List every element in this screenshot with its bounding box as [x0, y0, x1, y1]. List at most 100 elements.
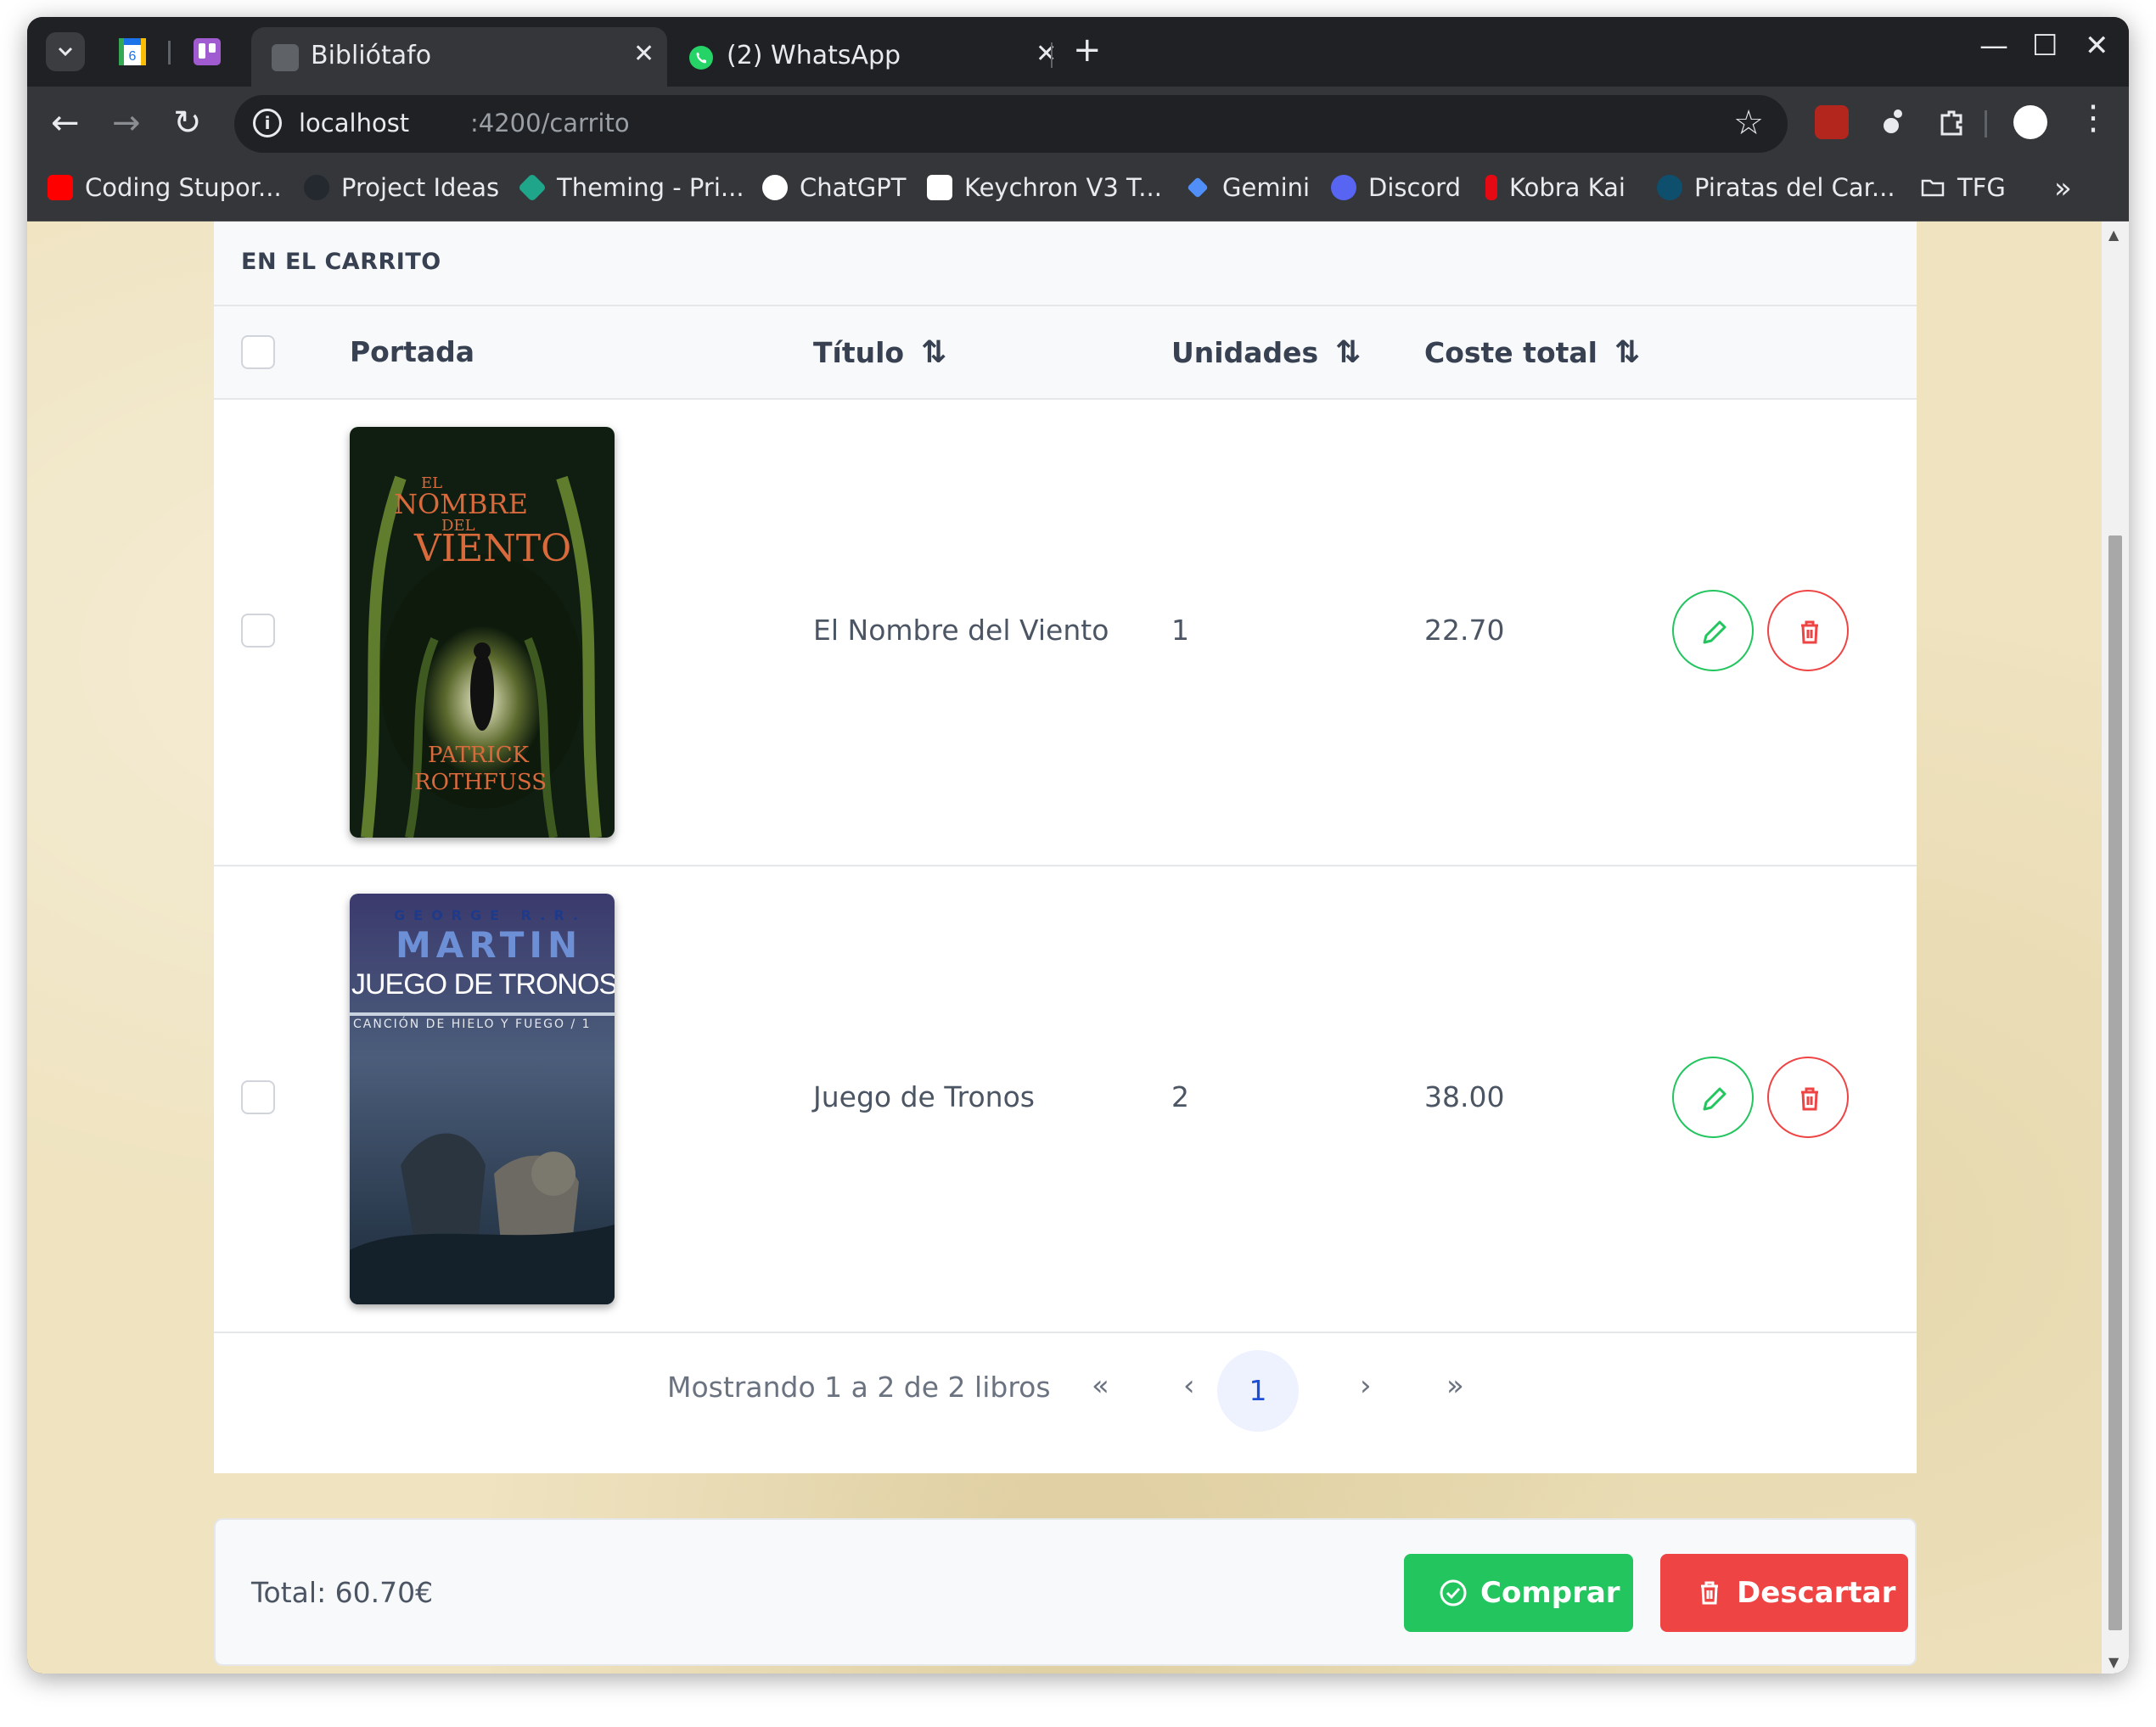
tab-strip: 6 Bibliótafo ✕ (2) WhatsApp ✕ + — ☐ ✕ [27, 17, 2129, 87]
table-row: EL NOMBRE DEL VIENTO PATRICK ROTHFUSS El… [214, 400, 1917, 866]
column-header-cover: Portada [350, 335, 475, 368]
first-page-icon[interactable]: « [1092, 1369, 1109, 1403]
bookmark-chatgpt[interactable]: ChatGPT [762, 173, 906, 209]
book-cost: 22.70 [1424, 614, 1505, 647]
reload-icon[interactable]: ↻ [173, 104, 202, 143]
cover-text: NOMBRE [394, 488, 528, 520]
tab-bibliotafo[interactable]: Bibliótafo ✕ [251, 27, 667, 87]
cart-header: EN EL CARRITO [214, 221, 1917, 306]
pencil-icon [1703, 620, 1726, 644]
tab-search-button[interactable] [46, 32, 85, 71]
google-calendar-icon: 6 [119, 38, 146, 65]
edit-button[interactable] [1672, 1057, 1754, 1138]
column-header-units[interactable]: Unidades ⇅ [1171, 335, 1361, 370]
cover-text: GEORGE R.R. [394, 907, 587, 923]
close-tab-icon[interactable]: ✕ [1036, 39, 1057, 69]
chatgpt-icon [762, 175, 788, 200]
pinned-tab-trello[interactable] [188, 34, 226, 70]
ublock-icon[interactable] [1815, 105, 1849, 139]
site-info-icon[interactable]: i [253, 109, 282, 137]
cart-total: Total: 60.70€ [251, 1576, 434, 1609]
bookmark-folder-tfg[interactable]: TFG [1920, 173, 2006, 209]
forward-icon[interactable]: → [112, 104, 141, 143]
primeng-icon [518, 173, 547, 202]
tab-whatsapp[interactable]: (2) WhatsApp ✕ [667, 27, 1075, 87]
address-bar[interactable]: i localhost :4200/carrito ☆ [234, 95, 1788, 153]
book-cost: 38.00 [1424, 1080, 1505, 1113]
edit-button[interactable] [1672, 590, 1754, 671]
scrollbar-thumb[interactable] [2108, 535, 2122, 1630]
trello-icon [194, 38, 221, 65]
bookmark-label: ChatGPT [800, 173, 907, 202]
cover-text: PATRICK [428, 743, 529, 768]
book-title: Juego de Tronos [813, 1080, 1035, 1113]
column-header-title[interactable]: Título ⇅ [813, 335, 946, 370]
close-window-icon[interactable]: ✕ [2085, 29, 2109, 63]
pencil-icon [1703, 1087, 1726, 1111]
scroll-down-icon[interactable]: ▼ [2108, 1654, 2119, 1670]
page-scrollbar[interactable]: ▲ ▼ [2102, 221, 2129, 1674]
book-title: El Nombre del Viento [813, 614, 1109, 647]
browser-toolbar: ← → ↻ i localhost :4200/carrito ☆ ⋮ [27, 87, 2129, 161]
gnome-extension-icon[interactable] [1874, 105, 1908, 139]
back-icon[interactable]: ← [51, 104, 80, 143]
bookmark-label: Project Ideas [341, 173, 500, 202]
book-units: 1 [1171, 614, 1189, 647]
row-checkbox[interactable] [241, 614, 275, 648]
discard-button[interactable]: Descartar [1660, 1554, 1908, 1632]
sort-icon[interactable]: ⇅ [1335, 335, 1361, 370]
bookmark-piratas[interactable]: Piratas del Car... [1657, 173, 1895, 209]
close-tab-icon[interactable]: ✕ [633, 39, 654, 69]
cart-table-card: EN EL CARRITO Portada Título ⇅ Unidades ⇅ … [214, 221, 1917, 1473]
discord-icon [1331, 175, 1356, 200]
bookmark-label: Keychron V3 T... [964, 173, 1162, 202]
new-tab-icon[interactable]: + [1073, 31, 1102, 70]
discard-button-label: Descartar [1737, 1576, 1896, 1610]
bookmark-label: TFG [1957, 173, 2006, 202]
bookmark-project-ideas[interactable]: Project Ideas [304, 173, 499, 209]
pagination-summary: Mostrando 1 a 2 de 2 libros [667, 1371, 1051, 1404]
book-cover-image: GEORGE R.R. MARTIN JUEGO DE TRONOS CANCI… [350, 894, 615, 1304]
folder-icon [1921, 179, 1945, 197]
scroll-up-icon[interactable]: ▲ [2108, 227, 2119, 243]
pagination: Mostrando 1 a 2 de 2 libros « ‹ 1 › » [214, 1330, 1917, 1449]
next-page-icon[interactable]: › [1360, 1369, 1372, 1403]
bookmark-keychron[interactable]: Keychron V3 T... [927, 173, 1162, 209]
extensions-puzzle-icon[interactable] [1935, 105, 1969, 139]
table-row: GEORGE R.R. MARTIN JUEGO DE TRONOS CANCI… [214, 866, 1917, 1333]
bookmark-coding-stupor[interactable]: Coding Stupor... [48, 173, 282, 209]
maximize-icon[interactable]: ☐ [2032, 29, 2058, 63]
buy-button[interactable]: Comprar [1404, 1554, 1633, 1632]
page-button-current[interactable]: 1 [1217, 1350, 1299, 1432]
github-icon [304, 175, 329, 200]
pinned-separator [168, 41, 171, 64]
pinned-tab-calendar[interactable]: 6 [114, 34, 151, 70]
select-all-checkbox[interactable] [241, 335, 275, 369]
bookmark-theming[interactable]: Theming - Pri... [518, 173, 744, 209]
delete-button[interactable] [1767, 590, 1849, 671]
buy-button-label: Comprar [1480, 1576, 1620, 1610]
bookmark-discord[interactable]: Discord [1331, 173, 1461, 209]
row-checkbox[interactable] [241, 1080, 275, 1114]
bookmark-label: Kobra Kai [1509, 173, 1625, 202]
delete-button[interactable] [1767, 1057, 1849, 1138]
previous-page-icon[interactable]: ‹ [1183, 1369, 1195, 1403]
sort-icon[interactable]: ⇅ [921, 335, 946, 370]
minimize-icon[interactable]: — [1979, 29, 2008, 63]
profile-avatar[interactable] [2013, 105, 2047, 139]
page-content: EN EL CARRITO Portada Título ⇅ Unidades ⇅ … [27, 221, 2102, 1674]
browser-menu-icon[interactable]: ⋮ [2076, 98, 2110, 137]
more-bookmarks-icon[interactable]: » [2054, 171, 2072, 205]
last-page-icon[interactable]: » [1446, 1369, 1464, 1403]
url-host: localhost [299, 109, 410, 137]
bookmarks-bar: Coding Stupor... Project Ideas Theming -… [27, 161, 2129, 221]
svg-text:6: 6 [129, 49, 137, 64]
bookmark-kobra-kai[interactable]: Kobra Kai [1485, 173, 1625, 209]
column-header-total-cost[interactable]: Coste total ⇅ [1424, 335, 1640, 370]
sort-icon[interactable]: ⇅ [1614, 335, 1640, 370]
amazon-icon [927, 175, 952, 200]
table-header: Portada Título ⇅ Unidades ⇅ Coste total ⇅ [214, 306, 1917, 400]
bookmark-gemini[interactable]: Gemini [1185, 173, 1310, 209]
chevron-down-icon [58, 47, 73, 57]
bookmark-star-icon[interactable]: ☆ [1733, 104, 1764, 143]
